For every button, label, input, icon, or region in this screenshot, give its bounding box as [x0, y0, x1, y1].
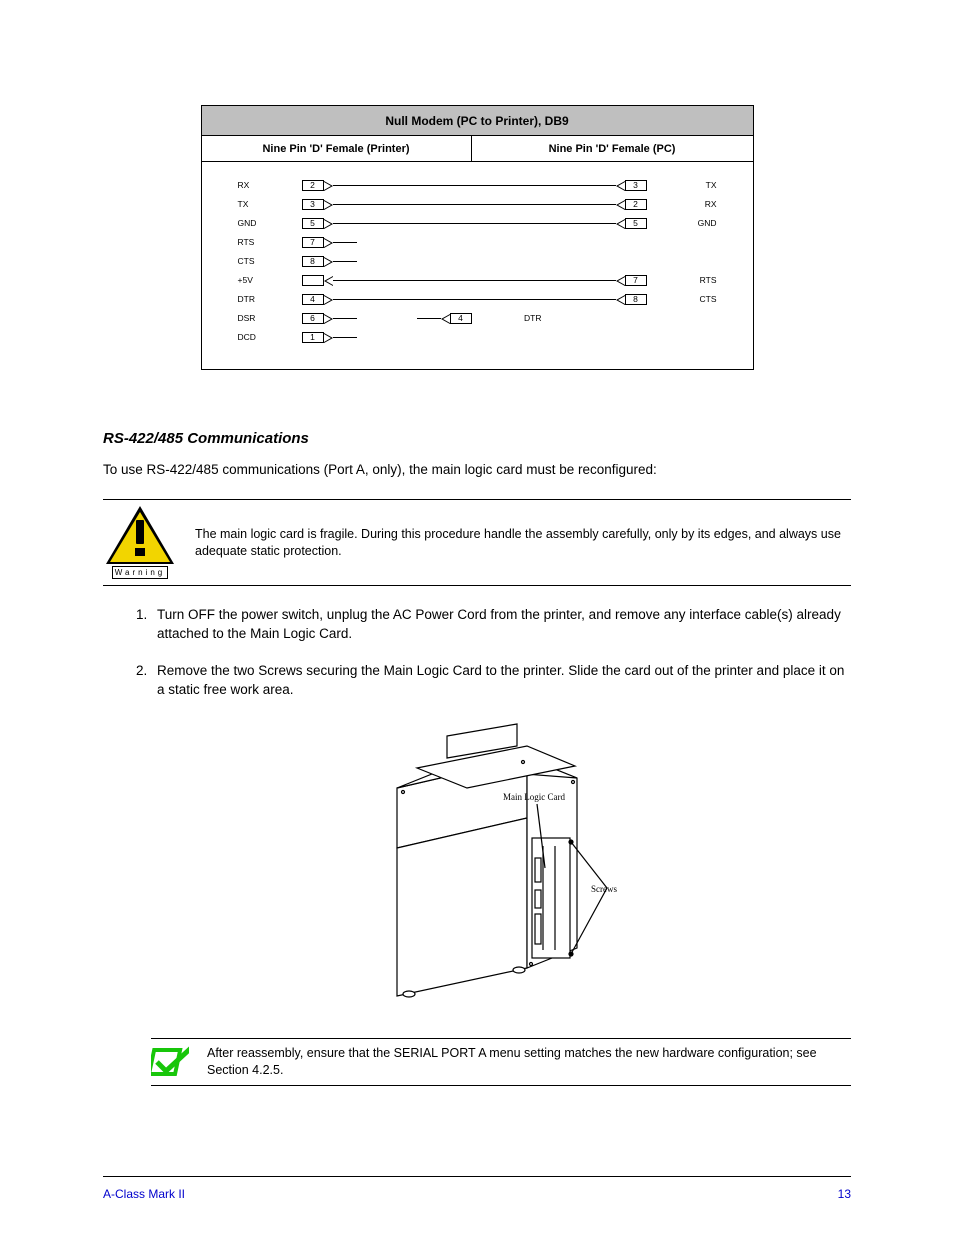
wiring-table: Null Modem (PC to Printer), DB9 Nine Pin… — [201, 105, 754, 370]
figure-label-mlc: Main Logic Card — [503, 792, 565, 802]
pin-row: RX23TX — [238, 176, 717, 195]
pin-row: CTS8 — [238, 252, 717, 271]
warning-block: Warning The main logic card is fragile. … — [103, 499, 851, 586]
note-block: After reassembly, ensure that the SERIAL… — [151, 1038, 851, 1086]
printer-figure: Main Logic Card Screws — [103, 718, 851, 1008]
page-footer: A-Class Mark II 13 — [103, 1176, 851, 1201]
pin-row: RTS7 — [238, 233, 717, 252]
warning-text: The main logic card is fragile. During t… — [195, 526, 851, 560]
checkmark-icon — [151, 1046, 189, 1078]
pin-row: +5V7RTS — [238, 271, 717, 290]
section-title: RS-422/485 Communications — [103, 430, 851, 447]
footer-left: A-Class Mark II — [103, 1187, 185, 1201]
footer-right: 13 — [838, 1187, 851, 1201]
pin-row: GND55GND — [238, 214, 717, 233]
col-right-header: Nine Pin 'D' Female (PC) — [471, 136, 753, 162]
warning-icon: Warning — [103, 506, 177, 579]
figure-label-screws: Screws — [591, 884, 617, 894]
step-item: Remove the two Screws securing the Main … — [151, 662, 851, 700]
intro-text: To use RS-422/485 communications (Port A… — [103, 461, 851, 479]
steps-list: Turn OFF the power switch, unplug the AC… — [103, 606, 851, 700]
warning-label: Warning — [112, 566, 169, 579]
table-heading: Null Modem (PC to Printer), DB9 — [201, 106, 753, 136]
step-item: Turn OFF the power switch, unplug the AC… — [151, 606, 851, 644]
pin-row: DSR64DTR — [238, 309, 717, 328]
wiring-diagram-cell: RX23TXTX32RXGND55GNDRTS7CTS8+5V7RTSDTR48… — [201, 162, 753, 370]
pin-row: DTR48CTS — [238, 290, 717, 309]
pin-row: TX32RX — [238, 195, 717, 214]
col-left-header: Nine Pin 'D' Female (Printer) — [201, 136, 471, 162]
note-text: After reassembly, ensure that the SERIAL… — [207, 1045, 851, 1079]
pin-row: DCD1 — [238, 328, 717, 347]
